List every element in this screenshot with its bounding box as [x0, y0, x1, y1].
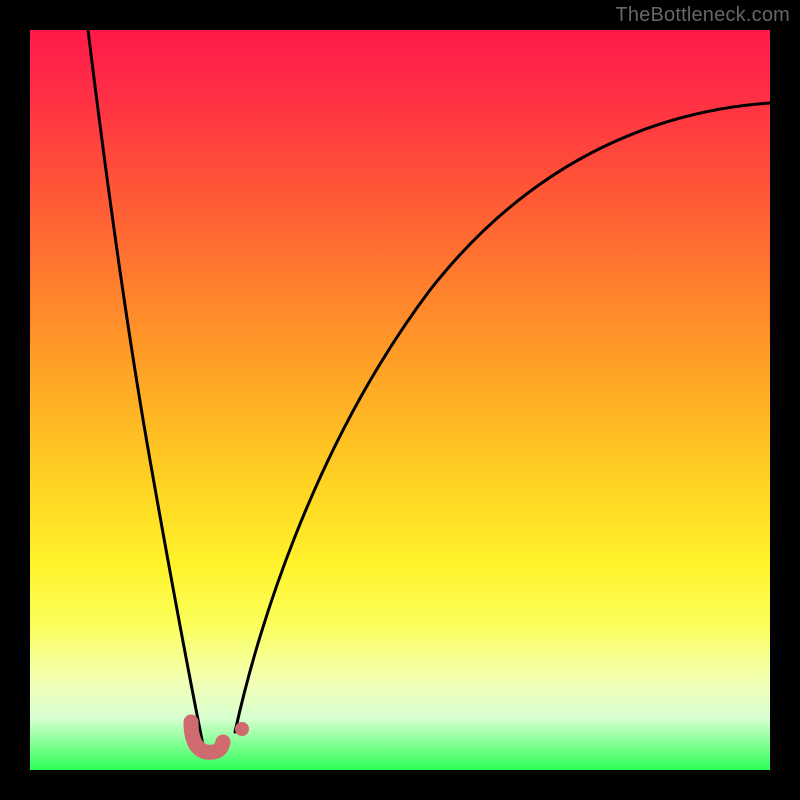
chart-frame: TheBottleneck.com [0, 0, 800, 800]
curve-right-branch [235, 103, 770, 732]
valley-dot-icon [235, 722, 249, 736]
curve-left-branch [88, 30, 204, 750]
valley-l-marker-icon [191, 722, 223, 752]
plot-area [30, 30, 770, 770]
watermark-text: TheBottleneck.com [615, 4, 790, 27]
curve-layer [30, 30, 770, 770]
